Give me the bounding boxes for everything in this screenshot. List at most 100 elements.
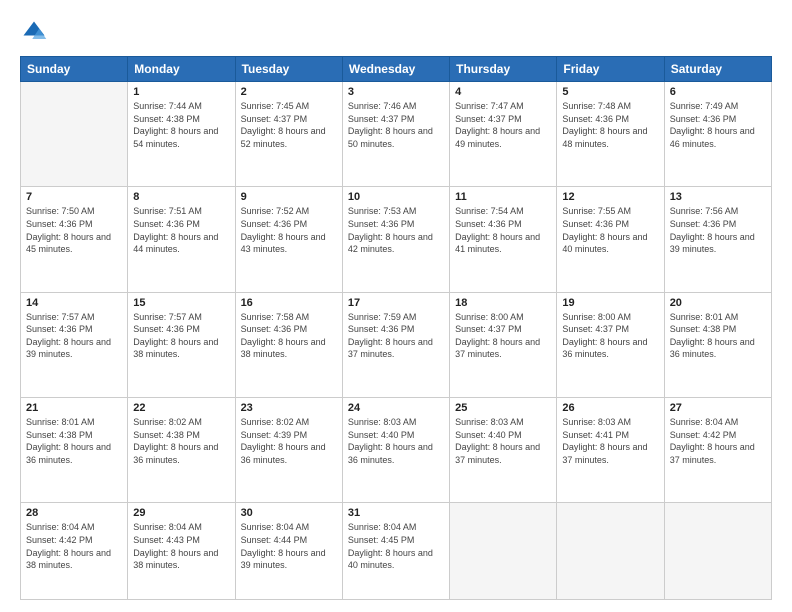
- calendar-cell: 8 Sunrise: 7:51 AMSunset: 4:36 PMDaylight…: [128, 187, 235, 292]
- weekday-tuesday: Tuesday: [235, 57, 342, 82]
- calendar-cell: 27 Sunrise: 8:04 AMSunset: 4:42 PMDayligh…: [664, 398, 771, 503]
- day-info: Sunrise: 8:04 AMSunset: 4:42 PMDaylight:…: [26, 521, 122, 571]
- calendar-cell: 9 Sunrise: 7:52 AMSunset: 4:36 PMDaylight…: [235, 187, 342, 292]
- day-number: 24: [348, 402, 444, 414]
- day-info: Sunrise: 7:50 AMSunset: 4:36 PMDaylight:…: [26, 205, 122, 255]
- day-info: Sunrise: 8:03 AMSunset: 4:40 PMDaylight:…: [455, 416, 551, 466]
- day-number: 27: [670, 402, 766, 414]
- day-number: 23: [241, 402, 337, 414]
- day-number: 15: [133, 297, 229, 309]
- day-number: 16: [241, 297, 337, 309]
- day-number: 26: [562, 402, 658, 414]
- day-number: 5: [562, 86, 658, 98]
- logo: [20, 18, 52, 46]
- calendar-cell: [557, 503, 664, 600]
- day-number: 21: [26, 402, 122, 414]
- calendar-cell: 26 Sunrise: 8:03 AMSunset: 4:41 PMDayligh…: [557, 398, 664, 503]
- day-info: Sunrise: 8:04 AMSunset: 4:43 PMDaylight:…: [133, 521, 229, 571]
- weekday-monday: Monday: [128, 57, 235, 82]
- calendar-cell: 28 Sunrise: 8:04 AMSunset: 4:42 PMDayligh…: [21, 503, 128, 600]
- day-info: Sunrise: 7:51 AMSunset: 4:36 PMDaylight:…: [133, 205, 229, 255]
- day-info: Sunrise: 8:04 AMSunset: 4:45 PMDaylight:…: [348, 521, 444, 571]
- day-info: Sunrise: 8:03 AMSunset: 4:41 PMDaylight:…: [562, 416, 658, 466]
- calendar-cell: 21 Sunrise: 8:01 AMSunset: 4:38 PMDayligh…: [21, 398, 128, 503]
- day-info: Sunrise: 7:49 AMSunset: 4:36 PMDaylight:…: [670, 100, 766, 150]
- calendar-cell: 30Sunrise: 8:04 AMSunset: 4:44 PMDayligh…: [235, 503, 342, 600]
- calendar-cell: 11 Sunrise: 7:54 AMSunset: 4:36 PMDayligh…: [450, 187, 557, 292]
- calendar-cell: [450, 503, 557, 600]
- day-number: 12: [562, 191, 658, 203]
- day-number: 8: [133, 191, 229, 203]
- calendar-cell: 16 Sunrise: 7:58 AMSunset: 4:36 PMDayligh…: [235, 292, 342, 397]
- day-number: 3: [348, 86, 444, 98]
- day-info: Sunrise: 8:00 AMSunset: 4:37 PMDaylight:…: [455, 311, 551, 361]
- calendar-cell: 13Sunrise: 7:56 AMSunset: 4:36 PMDayligh…: [664, 187, 771, 292]
- calendar-cell: 7 Sunrise: 7:50 AMSunset: 4:36 PMDaylight…: [21, 187, 128, 292]
- calendar-cell: 4Sunrise: 7:47 AMSunset: 4:37 PMDaylight…: [450, 82, 557, 187]
- week-row-5: 28 Sunrise: 8:04 AMSunset: 4:42 PMDayligh…: [21, 503, 772, 600]
- day-number: 7: [26, 191, 122, 203]
- week-row-3: 14Sunrise: 7:57 AMSunset: 4:36 PMDayligh…: [21, 292, 772, 397]
- calendar-cell: 1 Sunrise: 7:44 AMSunset: 4:38 PMDaylight…: [128, 82, 235, 187]
- day-number: 28: [26, 507, 122, 519]
- day-info: Sunrise: 7:54 AMSunset: 4:36 PMDaylight:…: [455, 205, 551, 255]
- week-row-1: 1 Sunrise: 7:44 AMSunset: 4:38 PMDaylight…: [21, 82, 772, 187]
- day-info: Sunrise: 7:53 AMSunset: 4:36 PMDaylight:…: [348, 205, 444, 255]
- calendar-cell: 20 Sunrise: 8:01 AMSunset: 4:38 PMDayligh…: [664, 292, 771, 397]
- day-number: 18: [455, 297, 551, 309]
- header: [20, 18, 772, 46]
- weekday-sunday: Sunday: [21, 57, 128, 82]
- calendar-cell: 22 Sunrise: 8:02 AMSunset: 4:38 PMDayligh…: [128, 398, 235, 503]
- calendar-cell: 31 Sunrise: 8:04 AMSunset: 4:45 PMDayligh…: [342, 503, 449, 600]
- calendar-cell: 18 Sunrise: 8:00 AMSunset: 4:37 PMDayligh…: [450, 292, 557, 397]
- day-number: 10: [348, 191, 444, 203]
- day-number: 2: [241, 86, 337, 98]
- day-number: 9: [241, 191, 337, 203]
- week-row-4: 21 Sunrise: 8:01 AMSunset: 4:38 PMDayligh…: [21, 398, 772, 503]
- day-number: 17: [348, 297, 444, 309]
- calendar-cell: [21, 82, 128, 187]
- calendar-cell: 19 Sunrise: 8:00 AMSunset: 4:37 PMDayligh…: [557, 292, 664, 397]
- day-number: 4: [455, 86, 551, 98]
- day-info: Sunrise: 7:55 AMSunset: 4:36 PMDaylight:…: [562, 205, 658, 255]
- weekday-header-row: SundayMondayTuesdayWednesdayThursdayFrid…: [21, 57, 772, 82]
- weekday-thursday: Thursday: [450, 57, 557, 82]
- day-info: Sunrise: 8:01 AMSunset: 4:38 PMDaylight:…: [670, 311, 766, 361]
- calendar-cell: 25 Sunrise: 8:03 AMSunset: 4:40 PMDayligh…: [450, 398, 557, 503]
- day-info: Sunrise: 7:58 AMSunset: 4:36 PMDaylight:…: [241, 311, 337, 361]
- calendar-cell: 23 Sunrise: 8:02 AMSunset: 4:39 PMDayligh…: [235, 398, 342, 503]
- weekday-wednesday: Wednesday: [342, 57, 449, 82]
- day-info: Sunrise: 7:44 AMSunset: 4:38 PMDaylight:…: [133, 100, 229, 150]
- day-number: 6: [670, 86, 766, 98]
- day-number: 31: [348, 507, 444, 519]
- calendar-cell: 14Sunrise: 7:57 AMSunset: 4:36 PMDayligh…: [21, 292, 128, 397]
- week-row-2: 7 Sunrise: 7:50 AMSunset: 4:36 PMDaylight…: [21, 187, 772, 292]
- calendar-cell: 15 Sunrise: 7:57 AMSunset: 4:36 PMDayligh…: [128, 292, 235, 397]
- day-info: Sunrise: 7:52 AMSunset: 4:36 PMDaylight:…: [241, 205, 337, 255]
- calendar-cell: 29Sunrise: 8:04 AMSunset: 4:43 PMDayligh…: [128, 503, 235, 600]
- day-info: Sunrise: 8:04 AMSunset: 4:44 PMDaylight:…: [241, 521, 337, 571]
- day-info: Sunrise: 8:04 AMSunset: 4:42 PMDaylight:…: [670, 416, 766, 466]
- day-info: Sunrise: 7:59 AMSunset: 4:36 PMDaylight:…: [348, 311, 444, 361]
- day-number: 1: [133, 86, 229, 98]
- day-info: Sunrise: 7:48 AMSunset: 4:36 PMDaylight:…: [562, 100, 658, 150]
- day-info: Sunrise: 8:02 AMSunset: 4:38 PMDaylight:…: [133, 416, 229, 466]
- weekday-friday: Friday: [557, 57, 664, 82]
- day-number: 11: [455, 191, 551, 203]
- logo-icon: [20, 18, 48, 46]
- day-number: 25: [455, 402, 551, 414]
- page: SundayMondayTuesdayWednesdayThursdayFrid…: [0, 0, 792, 612]
- weekday-saturday: Saturday: [664, 57, 771, 82]
- day-number: 19: [562, 297, 658, 309]
- calendar-cell: 5 Sunrise: 7:48 AMSunset: 4:36 PMDaylight…: [557, 82, 664, 187]
- day-info: Sunrise: 7:56 AMSunset: 4:36 PMDaylight:…: [670, 205, 766, 255]
- day-number: 22: [133, 402, 229, 414]
- day-number: 20: [670, 297, 766, 309]
- day-info: Sunrise: 8:02 AMSunset: 4:39 PMDaylight:…: [241, 416, 337, 466]
- calendar-cell: [664, 503, 771, 600]
- calendar-cell: 12 Sunrise: 7:55 AMSunset: 4:36 PMDayligh…: [557, 187, 664, 292]
- day-info: Sunrise: 7:57 AMSunset: 4:36 PMDaylight:…: [133, 311, 229, 361]
- day-info: Sunrise: 8:01 AMSunset: 4:38 PMDaylight:…: [26, 416, 122, 466]
- calendar-cell: 24Sunrise: 8:03 AMSunset: 4:40 PMDayligh…: [342, 398, 449, 503]
- day-info: Sunrise: 8:00 AMSunset: 4:37 PMDaylight:…: [562, 311, 658, 361]
